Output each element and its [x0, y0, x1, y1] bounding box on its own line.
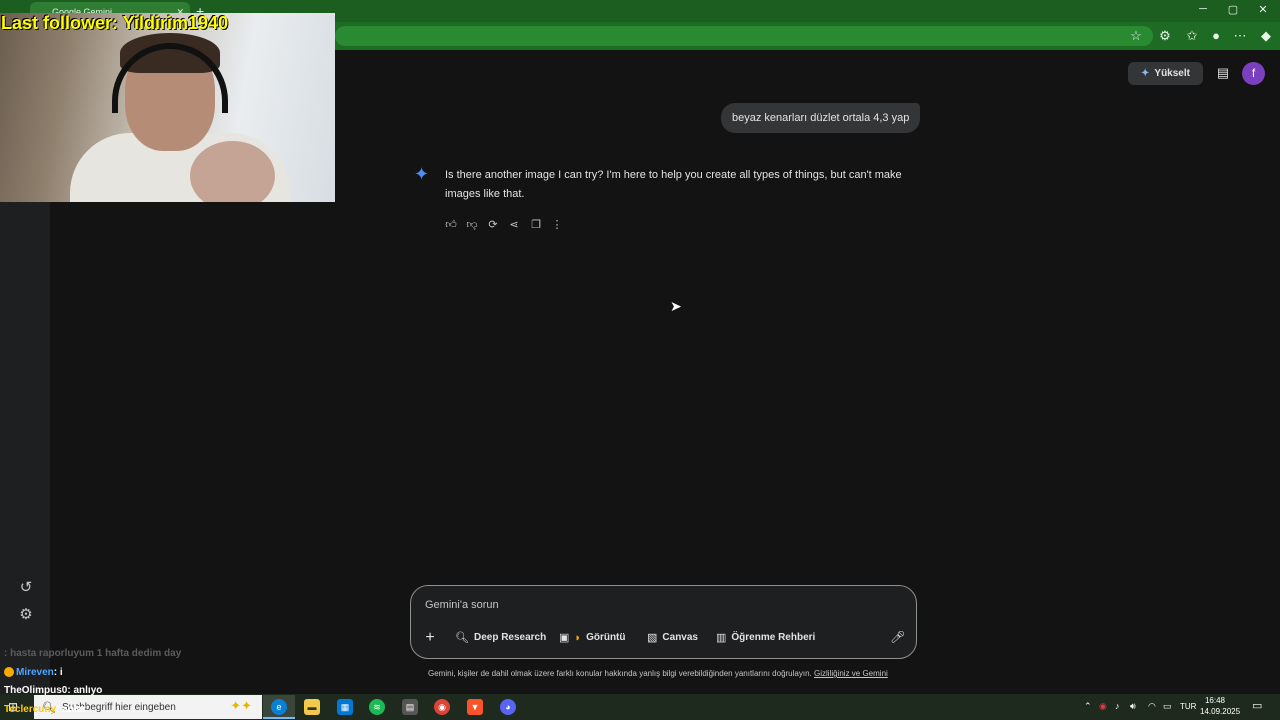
address-bar[interactable] — [335, 26, 1153, 46]
deep-research-icon: 🔍︎ — [455, 632, 469, 644]
learning-guide-label: Öğrenme Rehberi — [731, 632, 816, 643]
deep-research-label: Deep Research — [473, 632, 547, 643]
avatar[interactable]: f — [1242, 62, 1265, 85]
thumbs-up-icon[interactable]: 👍︎ — [443, 217, 459, 233]
model-reply: Is there another image I can try? I'm he… — [445, 169, 902, 200]
search-highlight-icon: ✦✦ — [230, 698, 252, 713]
privacy-link[interactable]: Gizliliğiniz ve Gemini — [814, 669, 888, 678]
more-options-icon[interactable]: ⋮ — [549, 217, 565, 233]
temporary-chat-icon[interactable]: ▤ — [1214, 65, 1232, 81]
deep-research-button[interactable]: 🔍︎ Deep Research — [455, 631, 546, 644]
stream-chat-line: : hasta raporluyum 1 hafta dedim day — [4, 648, 182, 659]
stream-chat-line: Mireven: i — [4, 667, 63, 678]
security-icon[interactable]: ◉ — [1099, 701, 1107, 712]
thumbs-down-icon[interactable]: 👎︎ — [464, 217, 480, 233]
microphone-tray-icon[interactable]: ♪ — [1115, 701, 1120, 711]
extensions-icon[interactable]: ⚙ — [1156, 28, 1174, 44]
profile-icon[interactable]: ● — [1207, 28, 1225, 43]
second-person-head — [190, 141, 275, 202]
store-icon[interactable]: ▦ — [337, 699, 353, 715]
gemini-sparkle-icon: ✦ — [414, 164, 430, 184]
calculator-icon[interactable]: ▤ — [402, 699, 418, 715]
time: 16:48 — [1204, 696, 1226, 705]
settings-gear-icon[interactable]: ⚙ — [15, 604, 37, 626]
favorites-icon[interactable]: ✩ — [1183, 28, 1201, 44]
canvas-button[interactable]: ▧ Canvas — [647, 631, 698, 644]
image-icon: ▣ — [559, 632, 570, 644]
banana-icon: ◗ — [574, 631, 582, 644]
stream-chat-line: Teclercuny: anlar — [4, 704, 87, 715]
volume-icon[interactable]: 🔊︎ — [1130, 701, 1136, 712]
book-icon: ▥ — [716, 632, 727, 644]
copy-icon[interactable]: ❐ — [528, 217, 544, 233]
learning-guide-button[interactable]: ▥ Öğrenme Rehberi — [716, 631, 815, 644]
upgrade-label: Yükselt — [1154, 68, 1190, 79]
stream-chat-line: TheOlimpus0: anlıyo — [4, 685, 103, 696]
regenerate-icon[interactable]: ⟳ — [485, 217, 501, 233]
canvas-label: Canvas — [662, 632, 698, 643]
notifications-icon[interactable]: ▭ — [1252, 699, 1262, 712]
tray-overflow-icon[interactable]: ⌃ — [1084, 701, 1092, 712]
file-explorer-icon[interactable]: ▬ — [304, 699, 320, 715]
discord-icon[interactable]: ◕ — [500, 699, 516, 715]
star-icon[interactable]: ☆ — [1127, 28, 1145, 44]
add-files-button[interactable]: + — [421, 629, 439, 647]
mouse-cursor-icon: ➤ — [670, 298, 682, 314]
clock[interactable]: 16:48 14.09.2025 — [1200, 695, 1241, 717]
last-follower-label: Last follower: Yildirim1940 — [1, 13, 229, 33]
image-button[interactable]: ▣ ◗ Görüntü — [559, 631, 626, 645]
maximize-button[interactable]: ▢ — [1218, 3, 1248, 16]
prompt-input-box[interactable] — [410, 585, 917, 659]
network-icon[interactable]: ◠ — [1148, 701, 1156, 712]
disclaimer-text: Gemini, kişiler de dahil olmak üzere far… — [428, 669, 812, 678]
date: 14.09.2025 — [1200, 707, 1241, 716]
badge-icon — [4, 667, 14, 678]
copilot-icon[interactable]: ◆ — [1257, 28, 1275, 44]
prompt-input[interactable]: Gemini'a sorun — [425, 599, 499, 611]
close-window-button[interactable]: ✕ — [1248, 3, 1278, 16]
webcam-overlay — [0, 13, 335, 202]
microphone-icon[interactable]: 🎤︎ — [890, 630, 905, 644]
upgrade-button[interactable]: ✦ Yükselt — [1128, 62, 1203, 85]
battery-icon[interactable]: ▭ — [1163, 701, 1172, 712]
disclaimer: Gemini, kişiler de dahil olmak üzere far… — [428, 669, 888, 678]
chrome-icon[interactable]: ◉ — [434, 699, 450, 715]
image-label: Görüntü — [586, 632, 626, 643]
sparkle-icon: ✦ — [1141, 68, 1150, 79]
minimize-button[interactable]: ─ — [1188, 3, 1218, 15]
brave-icon[interactable]: ▼ — [467, 699, 483, 715]
spotify-icon[interactable]: ≋ — [369, 699, 385, 715]
user-message: beyaz kenarları düzlet ortala 4,3 yap — [721, 103, 921, 133]
menu-icon[interactable]: ⋯ — [1231, 28, 1249, 44]
canvas-icon: ▧ — [647, 632, 658, 644]
edge-icon[interactable]: e — [271, 699, 287, 715]
share-icon[interactable]: ⋖ — [506, 217, 522, 233]
language-indicator[interactable]: TUR — [1180, 702, 1196, 711]
activity-history-icon[interactable]: ↺ — [15, 577, 37, 599]
